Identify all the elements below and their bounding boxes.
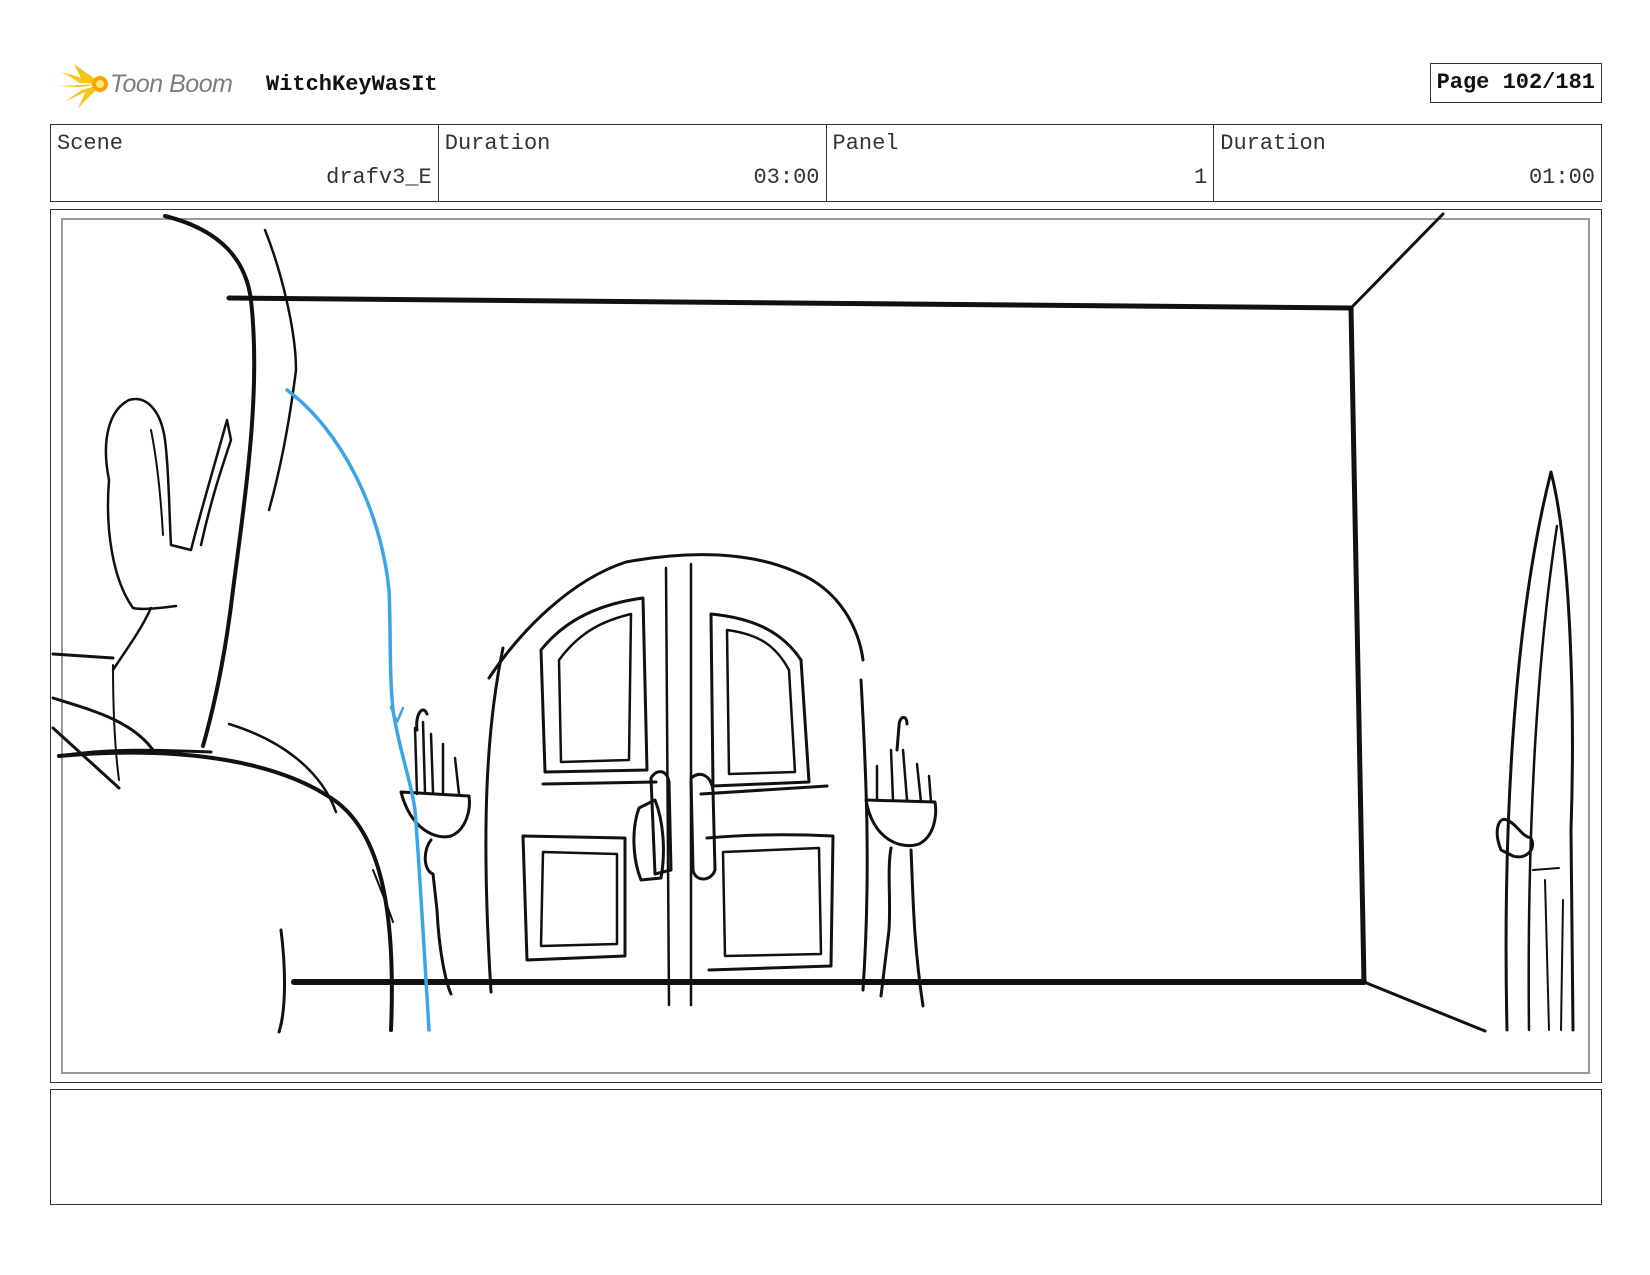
floor-corner-line: [1362, 980, 1487, 1033]
door-right-edge: [859, 678, 869, 992]
storyboard-panel: [50, 209, 1602, 1083]
scene-duration-label: Duration: [444, 131, 551, 156]
panel-duration-value: 01:00: [1528, 165, 1595, 190]
sconce-right-candles: [875, 748, 933, 804]
page-header: Toon Boom WitchKeyWasIt Page 102/181: [50, 56, 1602, 110]
sconce-left-stem: [423, 838, 453, 996]
sconce-left-flame: [415, 708, 429, 732]
character-ear-lower: [106, 478, 178, 611]
character-ear-inner: [150, 429, 164, 536]
sconce-right-bowl: [864, 798, 938, 848]
storyboard-sketch: [51, 212, 1575, 1034]
character-collar: [227, 722, 338, 814]
starburst-icon: [58, 64, 108, 108]
character-ear: [104, 397, 233, 552]
project-title: WitchKeyWasIt: [266, 72, 438, 97]
page-indicator: Page 102/181: [1429, 63, 1602, 103]
panel-value: 1: [1194, 165, 1208, 190]
sconce-left-bowl: [399, 790, 471, 839]
door-right-upper-inner: [725, 628, 797, 776]
toon-boom-logo: Toon Boom: [54, 58, 244, 110]
panel-label: Panel: [832, 131, 899, 156]
door-left-upper-inner: [557, 612, 633, 764]
character-jaw: [111, 606, 153, 672]
character-fold: [372, 869, 394, 923]
panel-duration-cell: Duration 01:00: [1214, 125, 1601, 201]
character-neck-lines: [51, 652, 213, 790]
door-right-lower-inner: [721, 846, 823, 958]
brand-name: Toon Boom: [110, 70, 233, 98]
character-body-inner: [277, 928, 287, 1034]
guide-line: [285, 388, 431, 1032]
scene-cell: Scene drafv3_E: [51, 125, 439, 201]
sconce-left-candles: [413, 720, 461, 796]
ceiling-corner-line: [1349, 212, 1445, 310]
sconce-right-flame: [895, 716, 909, 752]
scene-label: Scene: [57, 131, 124, 156]
door-arch: [487, 553, 865, 680]
wall-corner-line: [1348, 305, 1367, 985]
character-hair-strand: [263, 228, 298, 512]
panel-duration-label: Duration: [1220, 131, 1326, 156]
panel-notes-box: [50, 1089, 1602, 1205]
guide-line-arrow: [389, 705, 405, 724]
scene-info-table: Scene drafv3_E Duration 03:00 Panel 1 Du…: [50, 124, 1602, 202]
door-handle-left: [632, 798, 665, 882]
door-left-mid-rail: [541, 780, 658, 786]
ceiling-line: [226, 295, 1354, 311]
door-handle-right: [689, 773, 717, 881]
door-left-lower-inner: [539, 850, 619, 948]
scene-duration-value: 03:00: [753, 165, 820, 190]
scene-duration-cell: Duration 03:00: [439, 125, 827, 201]
character-shoulder: [57, 750, 394, 1032]
side-door-panel-lines: [1532, 867, 1564, 1031]
door-left-edge: [484, 646, 505, 994]
side-door-inner: [1527, 524, 1559, 1032]
panel-cell: Panel 1: [827, 125, 1215, 201]
side-door-knob: [1495, 817, 1534, 859]
scene-value: drafv3_E: [326, 165, 432, 190]
